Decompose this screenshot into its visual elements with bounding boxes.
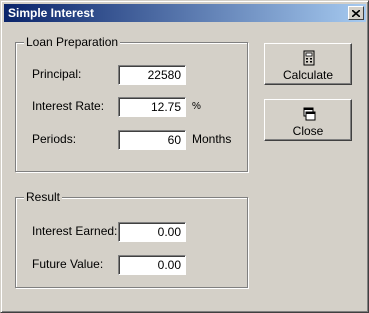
interest-earned-label: Interest Earned: [32, 224, 118, 238]
calculate-button[interactable]: Calculate [264, 43, 352, 85]
periods-input[interactable]: 60 [118, 130, 186, 150]
principal-input[interactable]: 22580 [118, 65, 186, 85]
close-icon [352, 9, 360, 17]
interest-rate-unit: % [192, 101, 201, 112]
principal-label: Principal: [32, 67, 82, 81]
interest-earned-output[interactable]: 0.00 [118, 222, 186, 242]
periods-label: Periods: [32, 132, 77, 146]
loan-preparation-title: Loan Preparation [24, 35, 121, 49]
window-title: Simple Interest [8, 6, 95, 20]
calculator-icon [303, 50, 315, 66]
simple-interest-window: Simple Interest Loan Preparation Princip… [0, 0, 369, 313]
calculate-label: Calculate [282, 68, 334, 82]
windows-icon [303, 107, 316, 121]
interest-rate-label: Interest Rate: [32, 99, 105, 113]
close-label: Close [292, 124, 324, 138]
interest-rate-input[interactable]: 12.75 [118, 97, 186, 117]
title-bar[interactable]: Simple Interest [4, 4, 366, 22]
window-close-button[interactable] [348, 6, 364, 20]
future-value-output[interactable]: 0.00 [118, 255, 186, 275]
close-button[interactable]: Close [264, 99, 352, 141]
future-value-label: Future Value: [32, 257, 104, 271]
result-title: Result [24, 190, 63, 204]
periods-unit: Months [192, 132, 232, 146]
